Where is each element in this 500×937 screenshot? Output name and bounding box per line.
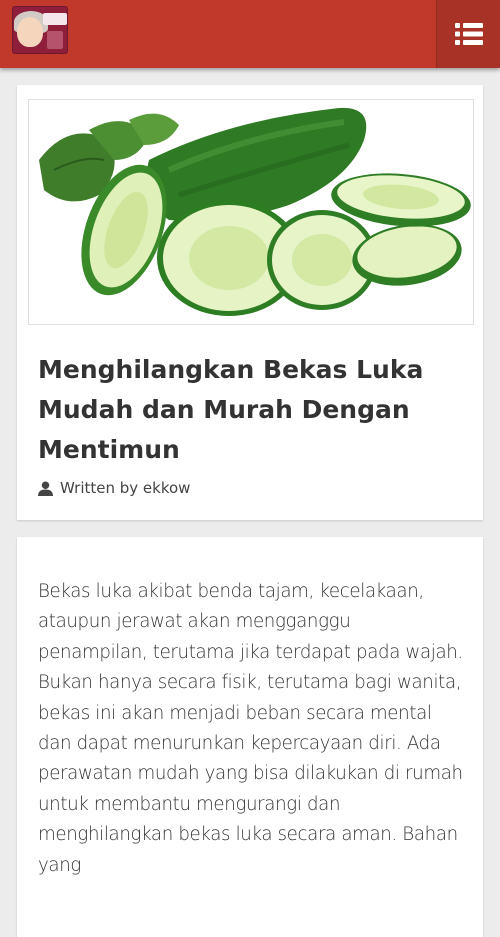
author-meta: Written by ekkow xyxy=(38,479,190,497)
article-title: Menghilangkan Bekas Luka Mudah dan Murah… xyxy=(38,355,424,464)
author-line: Written by ekkow xyxy=(60,479,191,497)
cucumber-photo xyxy=(39,107,471,316)
top-app-bar xyxy=(0,0,500,68)
article-header-card: Menghilangkan Bekas Luka Mudah dan Murah… xyxy=(17,85,483,520)
article-image xyxy=(28,99,474,325)
menu-button[interactable] xyxy=(436,0,500,68)
article-body-card: Bekas luka akibat benda tajam, kecelakaa… xyxy=(17,537,483,937)
list-menu-icon xyxy=(454,23,483,45)
article-paragraph: Bekas luka akibat benda tajam, kecelakaa… xyxy=(38,581,463,876)
user-icon xyxy=(38,480,53,496)
site-logo[interactable] xyxy=(12,6,68,54)
